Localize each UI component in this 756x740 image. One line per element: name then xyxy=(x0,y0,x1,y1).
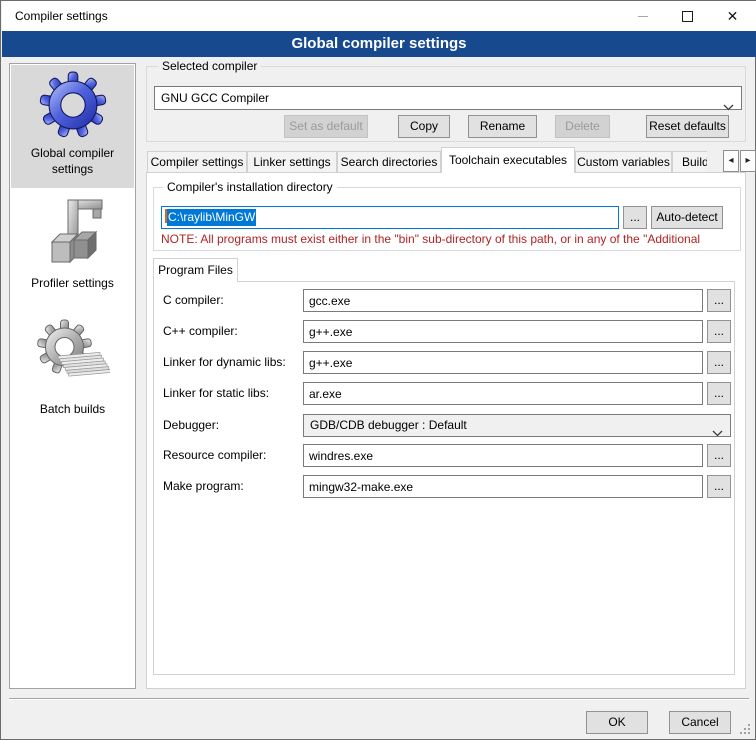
compiler-settings-dialog: Compiler settings ✕ Global compiler sett… xyxy=(0,0,756,740)
auto-detect-button[interactable]: Auto-detect xyxy=(651,206,723,229)
debugger-select-value: GDB/CDB debugger : Default xyxy=(310,418,467,432)
c-compiler-label: C compiler: xyxy=(163,289,224,312)
tab-program-files[interactable]: Program Files xyxy=(153,258,238,282)
rename-button[interactable]: Rename xyxy=(468,115,537,138)
sidebar-item-label: Batch builds xyxy=(11,401,134,417)
maximize-button[interactable] xyxy=(665,1,710,31)
cpp-compiler-input[interactable] xyxy=(303,320,703,343)
installation-note: NOTE: All programs must exist either in … xyxy=(161,232,739,246)
sidebar-item-batch-builds[interactable]: Batch builds xyxy=(11,316,134,476)
cancel-button[interactable]: Cancel xyxy=(669,711,731,734)
tab-toolchain-executables[interactable]: Toolchain executables xyxy=(441,147,575,173)
installation-directory-browse-button[interactable]: ... xyxy=(623,206,647,229)
ok-button[interactable]: OK xyxy=(586,711,648,734)
c-compiler-browse-button[interactable]: ... xyxy=(707,289,731,312)
copy-button[interactable]: Copy xyxy=(398,115,450,138)
linker-dynamic-label: Linker for dynamic libs: xyxy=(163,351,286,374)
tab-custom-variables[interactable]: Custom variables xyxy=(575,151,672,173)
footer-separator xyxy=(9,698,749,700)
make-program-browse-button[interactable]: ... xyxy=(707,475,731,498)
installation-directory-group-label: Compiler's installation directory xyxy=(163,181,337,193)
sidebar-item-label: Global compiler settings xyxy=(11,145,134,177)
tab-scroll-left-button[interactable]: ◂ xyxy=(723,150,739,172)
sidebar-item-label: Profiler settings xyxy=(11,275,134,291)
compiler-select[interactable]: GNU GCC Compiler xyxy=(154,86,742,110)
installation-directory-input[interactable]: C:\raylib\MinGW xyxy=(161,206,619,229)
chevron-down-icon xyxy=(712,423,723,444)
reset-defaults-button[interactable]: Reset defaults xyxy=(646,115,729,138)
minimize-button[interactable] xyxy=(620,1,665,31)
make-program-input[interactable] xyxy=(303,475,703,498)
linker-dynamic-input[interactable] xyxy=(303,351,703,374)
caliper-icon xyxy=(38,196,108,268)
debugger-label: Debugger: xyxy=(163,414,219,437)
close-icon: ✕ xyxy=(727,8,739,24)
resource-compiler-input[interactable] xyxy=(303,444,703,467)
selected-compiler-group-label: Selected compiler xyxy=(158,60,261,72)
minimize-icon xyxy=(638,16,648,17)
sidebar-item-profiler-settings[interactable]: Profiler settings xyxy=(11,188,134,316)
settings-sidebar: Global compiler settings xyxy=(9,63,136,689)
tab-build-options[interactable]: Build xyxy=(672,151,707,173)
linker-static-input[interactable] xyxy=(303,382,703,405)
linker-static-label: Linker for static libs: xyxy=(163,382,269,405)
sidebar-item-global-compiler-settings[interactable]: Global compiler settings xyxy=(11,65,134,188)
resize-grip[interactable] xyxy=(740,724,751,735)
gear-gray-icon xyxy=(36,318,110,392)
installation-directory-value: C:\raylib\MinGW xyxy=(167,209,256,226)
debugger-select[interactable]: GDB/CDB debugger : Default xyxy=(303,414,731,437)
resource-compiler-browse-button[interactable]: ... xyxy=(707,444,731,467)
compiler-select-value: GNU GCC Compiler xyxy=(161,91,269,105)
tab-scroll-right-button[interactable]: ▸ xyxy=(740,150,756,172)
cpp-compiler-label: C++ compiler: xyxy=(163,320,238,343)
tab-compiler-settings[interactable]: Compiler settings xyxy=(147,151,247,173)
resource-compiler-label: Resource compiler: xyxy=(163,444,266,467)
close-button[interactable]: ✕ xyxy=(710,1,755,31)
set-as-default-button: Set as default xyxy=(284,115,368,138)
tab-scroll-right-icon: ▸ xyxy=(745,155,750,166)
tab-scroll-left-icon: ◂ xyxy=(728,155,733,166)
main-tab-strip: Compiler settings Linker settings Search… xyxy=(147,147,707,173)
c-compiler-input[interactable] xyxy=(303,289,703,312)
maximize-icon xyxy=(682,11,693,22)
window-title: Compiler settings xyxy=(15,1,108,31)
tab-linker-settings[interactable]: Linker settings xyxy=(247,151,337,173)
gear-blue-icon xyxy=(39,71,107,139)
linker-static-browse-button[interactable]: ... xyxy=(707,382,731,405)
make-program-label: Make program: xyxy=(163,475,244,498)
page-title: Global compiler settings xyxy=(2,31,756,57)
cpp-compiler-browse-button[interactable]: ... xyxy=(707,320,731,343)
linker-dynamic-browse-button[interactable]: ... xyxy=(707,351,731,374)
tab-search-directories[interactable]: Search directories xyxy=(337,151,441,173)
titlebar: Compiler settings ✕ xyxy=(2,1,756,31)
delete-button: Delete xyxy=(555,115,610,138)
